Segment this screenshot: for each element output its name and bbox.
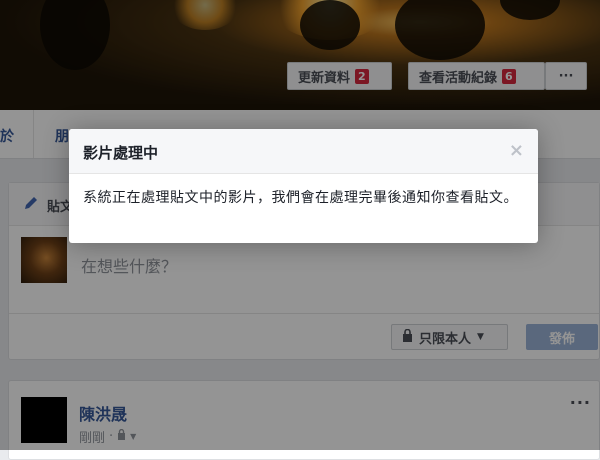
- dialog-message: 系統正在處理貼文中的影片，我們會在處理完畢後通知你查看貼文。: [83, 190, 518, 206]
- dialog-title: 影片處理中: [83, 144, 159, 162]
- close-icon[interactable]: ×: [509, 140, 524, 161]
- video-processing-dialog: 影片處理中 × 系統正在處理貼文中的影片，我們會在處理完畢後通知你查看貼文。: [69, 129, 538, 243]
- dialog-header: 影片處理中 ×: [69, 129, 538, 174]
